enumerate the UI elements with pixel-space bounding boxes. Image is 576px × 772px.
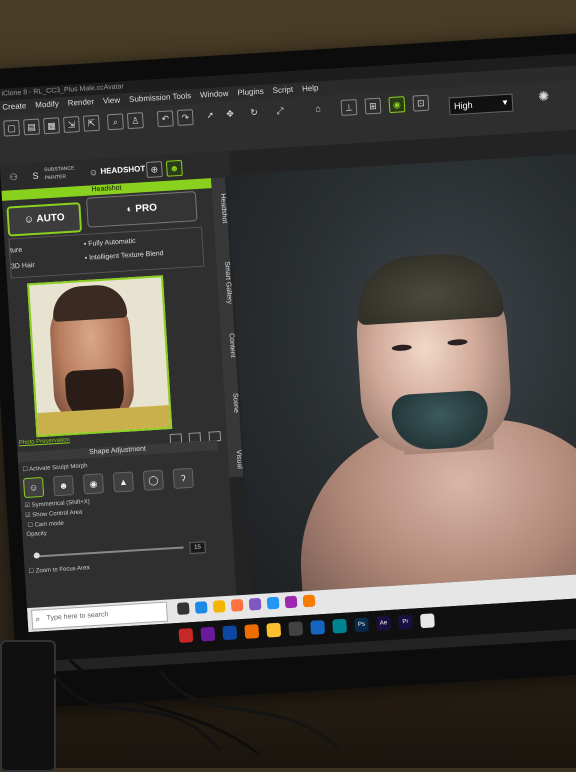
monitor: iClone 8 - RL_CC3_Plus Male.ccAvatar Cre… [0,30,576,709]
headshot-label[interactable]: HEADSHOT [100,164,145,176]
adjustment-options: ☑ Symmetrical (Shift+X) ☑ Show Control A… [24,498,91,541]
cam-mode-checkbox[interactable]: ☐ Cam mode [26,518,92,529]
activate-sculpt-checkbox[interactable]: ☐ Activate Sculpt Morph [22,462,87,473]
photo-shirt [37,405,171,438]
select-arrow-icon[interactable]: ➚ [203,108,218,123]
screen: iClone 8 - RL_CC3_Plus Male.ccAvatar Cre… [0,51,576,674]
search-placeholder: Type here to search [46,611,109,622]
taskbar-apps [176,594,316,615]
full-head-icon[interactable]: ☺ [22,476,45,499]
import-icon[interactable]: ⇲ [63,116,80,133]
symmetrical-checkbox[interactable]: ☑ Symmetrical (Shift+X) [24,498,90,509]
home-icon[interactable]: ⌂ [311,101,326,116]
firefox-icon[interactable] [230,598,244,612]
app-icon[interactable] [288,621,304,637]
tab-headshot[interactable]: Headshot [211,183,228,234]
camera-fit-icon[interactable]: ◉ [388,96,406,114]
headshot-icon[interactable]: ☺ [86,165,101,180]
redo-icon[interactable]: ↷ [176,109,194,127]
character-icon[interactable]: ⚇ [6,170,21,185]
app-icon[interactable] [178,628,194,643]
premiere-icon[interactable]: Pr [398,614,413,630]
app-icon[interactable] [302,594,316,608]
tab-scene[interactable]: Scene [224,383,240,424]
zoom-icon[interactable]: ⌕ [106,113,124,131]
edge-icon[interactable] [194,601,208,614]
slider-knob[interactable] [33,552,40,559]
new-file-icon[interactable]: ▢ [3,119,21,137]
menu-create[interactable]: Create [2,99,27,114]
light-icon[interactable]: ✺ [536,88,551,104]
tab-visual[interactable]: Visual [227,441,243,478]
cables [48,660,342,757]
opacity-label: Opacity [26,530,47,539]
rotate-icon[interactable]: ↻ [247,105,262,120]
mouth-icon[interactable]: ◯ [142,469,164,491]
intelligent-blend-option[interactable]: ▪ Intelligent Texture Blend [84,250,163,262]
app-icon[interactable] [266,596,280,610]
chevron-down-icon: ▼ [500,97,510,108]
frame-icon[interactable]: ⊞ [364,97,382,115]
texture-option[interactable]: ture [10,247,22,255]
tab-smart-gallery[interactable]: Smart Gallery [215,247,233,318]
avatar-hair [354,250,505,326]
move-icon[interactable]: ✥ [223,106,238,121]
figure-icon[interactable]: ♙ [126,112,144,130]
photoshop-icon[interactable]: Ps [354,617,369,633]
face-plugin-icon[interactable]: ☻ [165,159,183,177]
face-icon[interactable]: ☻ [52,475,75,497]
zoom-focus-checkbox[interactable]: ☐ Zoom to Focus Area [28,564,90,575]
capture-icon[interactable]: ⊡ [412,94,430,112]
menu-modify[interactable]: Modify [35,97,59,112]
app-icon[interactable] [284,595,298,609]
headshot-panel: Headshot ☺ AUTO ◐ PRO ture 3D Hair ▪ Ful… [1,178,237,611]
pro-button[interactable]: ◐ PRO [85,191,198,228]
app-icon[interactable] [266,622,282,638]
nose-icon[interactable]: ▲ [112,471,135,493]
auto-face-icon: ☺ [23,213,37,226]
photo-preservation-link[interactable]: Photo Preservation [19,437,70,446]
substance-icon[interactable]: S [28,168,43,183]
open-icon[interactable]: ▤ [23,118,41,136]
app-icon[interactable] [200,626,216,642]
eye-icon[interactable]: ◉ [82,473,105,495]
show-control-area-checkbox[interactable]: ☑ Show Control Area [25,508,91,519]
scale-icon[interactable]: ⤢ [273,103,288,118]
ear-icon[interactable]: ʔ [172,467,194,489]
folder-icon[interactable] [212,600,226,613]
substance-label[interactable]: SUBSTANCE PAINTER [44,164,75,182]
undo-icon[interactable]: ↶ [156,110,174,128]
plugin-icon[interactable]: ⊕ [145,161,163,179]
menu-view[interactable]: View [103,94,121,109]
auto-button[interactable]: ☺ AUTO [6,202,83,237]
menu-help[interactable]: Help [302,81,319,96]
save-icon[interactable]: ▦ [43,117,61,135]
fully-automatic-option[interactable]: ▪ Fully Automatic [84,238,136,248]
shape-region-buttons: ☺ ☻ ◉ ▲ ◯ ʔ [22,467,194,499]
app-icon[interactable] [248,597,262,611]
export-icon[interactable]: ⇱ [82,114,100,132]
app-icon[interactable] [310,620,326,635]
app-icon[interactable] [420,613,435,629]
quality-value: High [453,100,473,112]
app-icon[interactable] [222,625,238,641]
opacity-slider[interactable] [33,546,184,559]
auto-label: AUTO [36,212,65,225]
opacity-value[interactable]: 15 [189,541,206,555]
task-view-icon[interactable] [176,602,190,615]
menu-script[interactable]: Script [272,83,293,98]
app-icon[interactable] [332,618,348,634]
photo-hair [51,283,128,322]
pin-icon[interactable]: ⊥ [340,99,358,117]
hair-option[interactable]: 3D Hair [11,262,35,270]
3d-viewport[interactable] [226,151,576,595]
tab-content[interactable]: Content [220,325,236,366]
app-icon[interactable] [244,624,260,639]
after-effects-icon[interactable]: Ae [376,615,391,631]
search-icon: ⌕ [35,614,41,624]
pro-label: PRO [135,202,158,215]
source-photo [27,275,173,438]
